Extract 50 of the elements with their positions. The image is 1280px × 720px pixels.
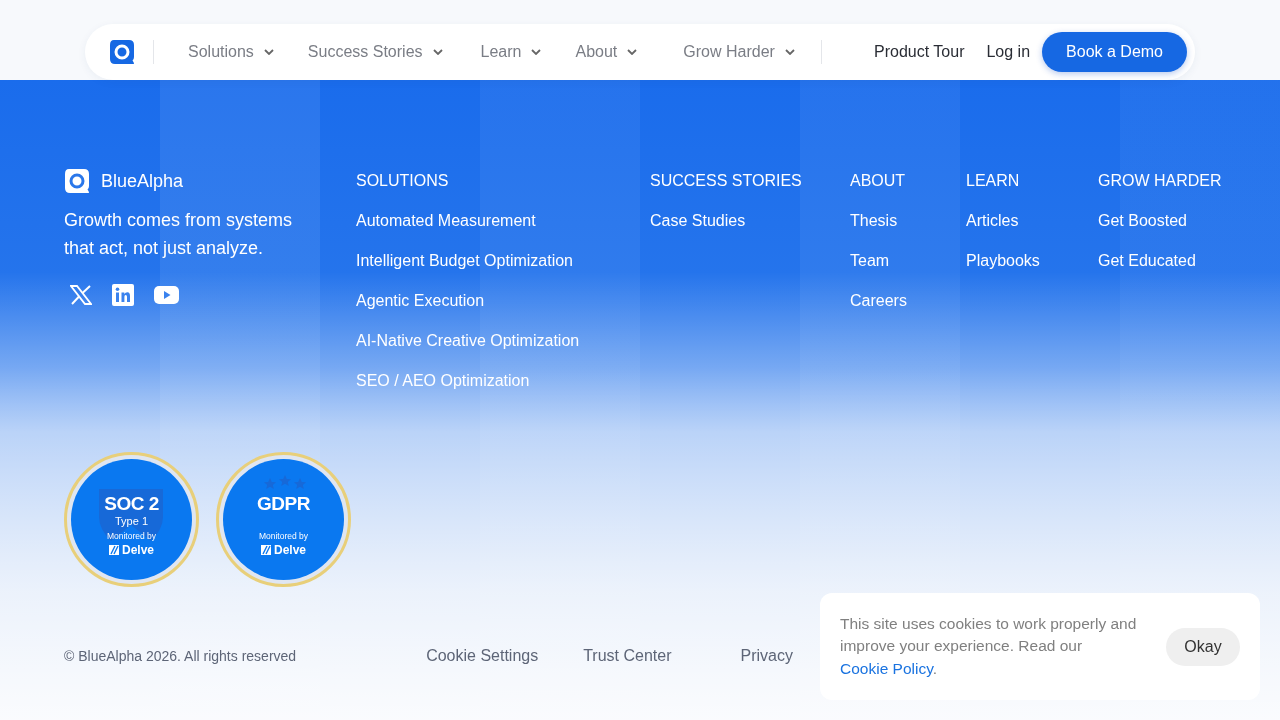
- badge-title: GDPR: [257, 493, 310, 515]
- nav-menu-item[interactable]: Learn: [480, 43, 542, 61]
- legal-link[interactable]: Privacy: [740, 647, 793, 665]
- cookie-policy-link[interactable]: Cookie Policy: [840, 659, 933, 677]
- nav-menu-item[interactable]: Success Stories: [307, 43, 443, 61]
- striped-square-icon: [261, 545, 271, 555]
- footer-link[interactable]: Careers: [850, 292, 966, 312]
- youtube-icon[interactable]: [154, 286, 179, 304]
- linkedin-icon[interactable]: [112, 284, 134, 306]
- okay-button[interactable]: Okay: [1166, 627, 1240, 666]
- footer-link[interactable]: Thesis: [850, 212, 966, 232]
- footer-link[interactable]: Automated Measurement: [356, 212, 650, 232]
- footer-link[interactable]: Agentic Execution: [356, 292, 650, 312]
- nav-link[interactable]: Log in: [986, 43, 1031, 61]
- x-logo-icon[interactable]: [70, 285, 92, 305]
- nav-menu-item[interactable]: About: [575, 43, 638, 61]
- footer-link[interactable]: Playbooks: [966, 252, 1098, 272]
- striped-square-icon: [109, 545, 119, 555]
- cookie-message: This site uses cookies to work properly and improve your experience. Read our Cookie Policy.: [840, 613, 1138, 679]
- badge-title: SOC 2: [104, 493, 159, 515]
- footer-link[interactable]: Articles: [966, 212, 1098, 232]
- nav-link[interactable]: Product Tour: [874, 43, 965, 61]
- column-heading: SOLUTIONS: [356, 172, 450, 191]
- copyright-text: © BlueAlpha 2026. All rights reserved: [64, 648, 297, 664]
- shield-icon: [99, 489, 163, 541]
- column-heading: ABOUT: [850, 172, 907, 191]
- column-heading: GROW HARDER: [1098, 172, 1223, 191]
- brand-name: BlueAlpha: [101, 170, 184, 192]
- footer-link[interactable]: Team: [850, 252, 966, 272]
- footer-link[interactable]: Get Educated: [1098, 252, 1280, 272]
- badge-caption: Monitored by: [258, 531, 309, 541]
- footer-link[interactable]: Get Boosted: [1098, 212, 1280, 232]
- footer-link[interactable]: Intelligent Budget Optimization: [356, 252, 650, 272]
- nav-menu-item[interactable]: Grow Harder: [683, 43, 795, 61]
- vendor-name: Delve: [274, 543, 306, 557]
- logo-icon: [64, 168, 90, 194]
- column-heading: LEARN: [966, 172, 1021, 191]
- book-demo-button[interactable]: Book a Demo: [1042, 32, 1187, 72]
- badge-subtitle: Type 1: [115, 515, 148, 527]
- footer-link[interactable]: AI-Native Creative Optimization: [356, 332, 650, 352]
- tagline: Growth comes from systems that act, not just analyze.: [64, 209, 294, 260]
- column-heading: SUCCESS STORIES: [650, 172, 803, 191]
- logo-icon: [109, 39, 135, 65]
- footer-link[interactable]: Case Studies: [650, 212, 850, 232]
- legal-link[interactable]: Trust Center: [583, 647, 672, 665]
- legal-link[interactable]: Cookie Settings: [426, 647, 539, 665]
- badge-caption: Monitored by: [106, 531, 157, 541]
- vendor-name: Delve: [122, 543, 154, 557]
- nav-menu-item[interactable]: Solutions: [188, 43, 274, 61]
- stars-icon: [263, 475, 307, 489]
